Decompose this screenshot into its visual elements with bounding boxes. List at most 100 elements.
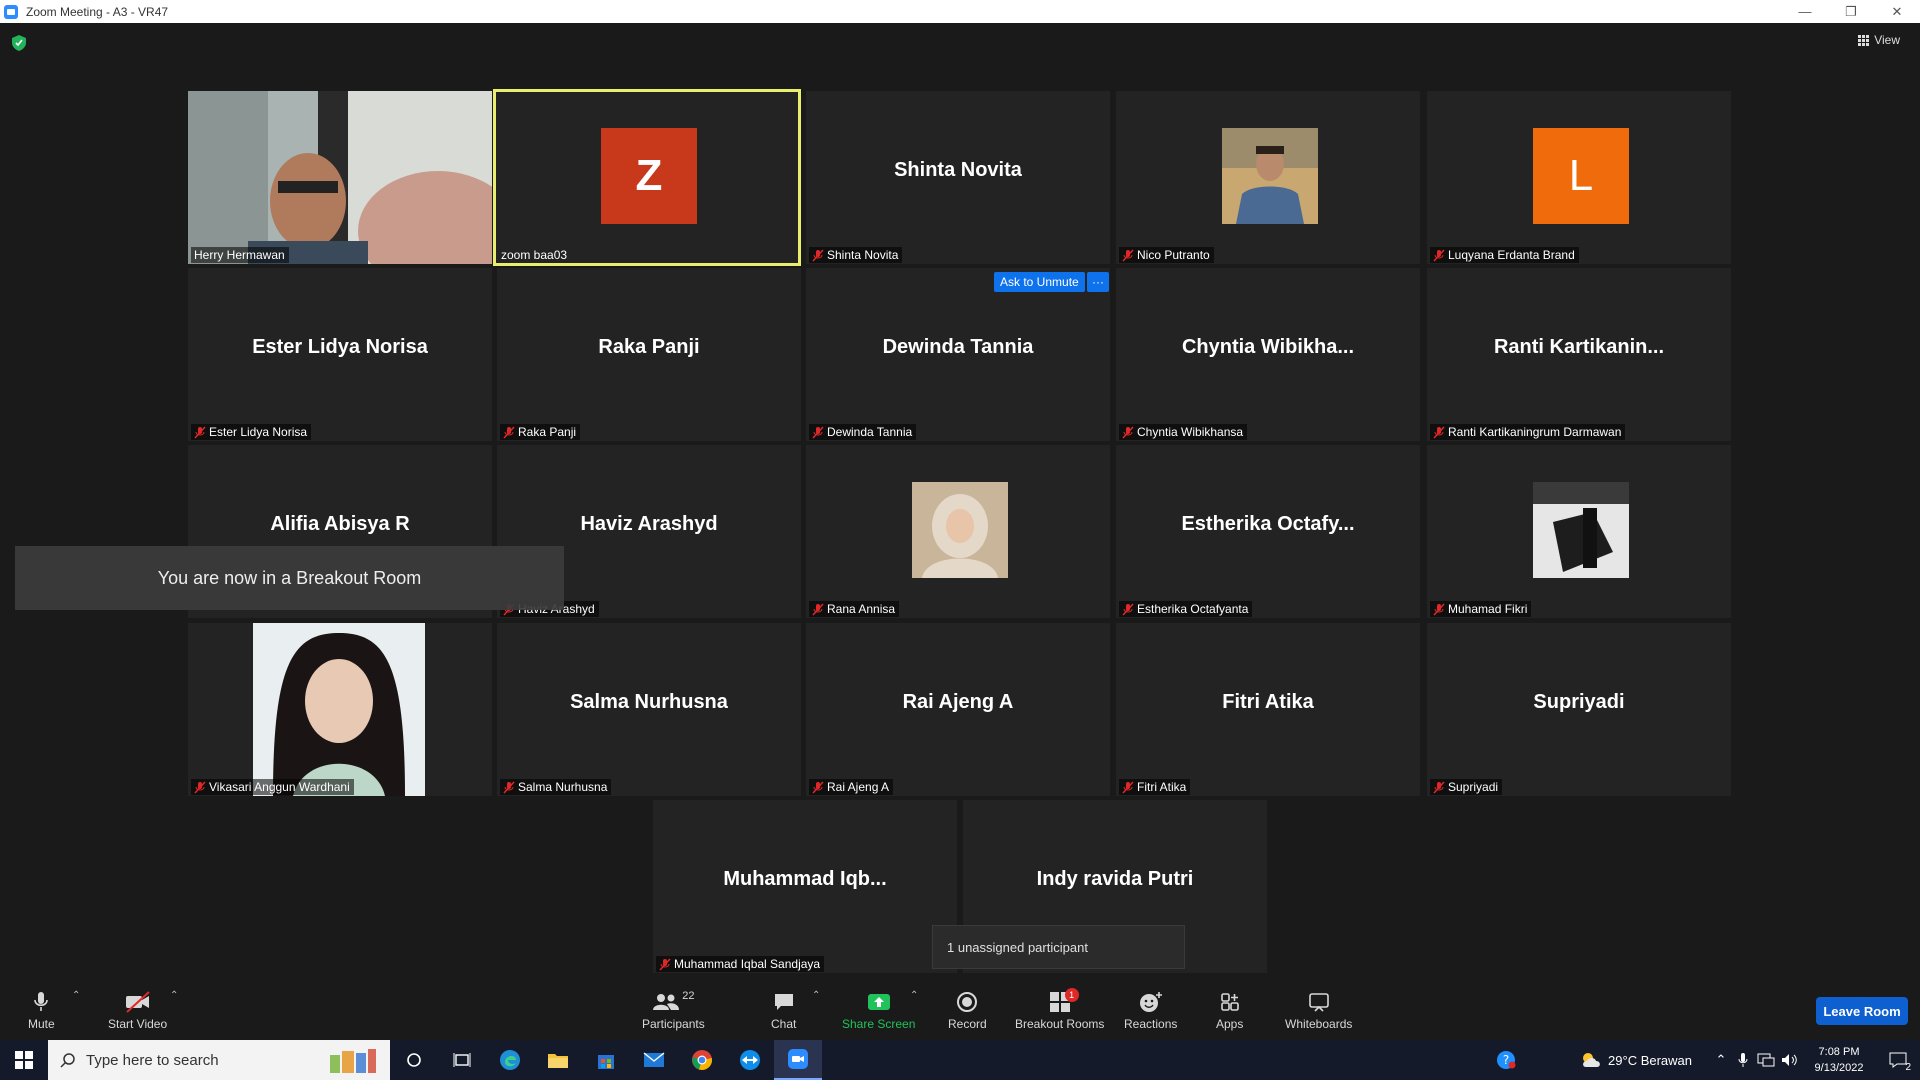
mic-tray-button[interactable]	[1732, 1052, 1754, 1068]
participant-display-name: Haviz Arashyd	[580, 513, 718, 535]
participant-name: Muhammad Iqbal Sandjaya	[674, 957, 821, 971]
mail-button[interactable]	[630, 1040, 678, 1080]
task-view-button[interactable]	[438, 1040, 486, 1080]
participant-name: Estherika Octafyanta	[1137, 602, 1249, 616]
participants-button[interactable]: 22 Participants	[642, 990, 705, 1031]
chevron-up-icon: ⌃	[72, 990, 81, 1001]
edge-taskbar-button[interactable]	[486, 1040, 534, 1080]
video-tile-ester[interactable]: Ester Lidya Norisa Ester Lidya Norisa	[188, 268, 492, 441]
mic-muted-icon	[659, 957, 671, 971]
record-button[interactable]: Record	[948, 990, 987, 1031]
help-tray-button[interactable]: ?	[1486, 1050, 1526, 1070]
system-tray: ? 29°C Berawan ⌃ 7:08 PM 9/13/2022 2	[1486, 1040, 1920, 1080]
participant-name: Chyntia Wibikhansa	[1137, 425, 1244, 439]
share-screen-button[interactable]: Share Screen	[842, 990, 915, 1031]
video-options-caret[interactable]: ⌃	[170, 990, 178, 1001]
participant-name: Rai Ajeng A	[827, 780, 890, 794]
chat-button[interactable]: Chat	[771, 990, 796, 1031]
participant-display-name: Alifia Abisya R	[270, 513, 410, 535]
mic-muted-icon	[812, 248, 824, 262]
video-tile-herry[interactable]: Herry Hermawan	[188, 91, 492, 264]
notifications-button[interactable]: 2	[1876, 1052, 1920, 1073]
video-tile-chyntia[interactable]: Chyntia Wibikha... Chyntia Wibikhansa	[1116, 268, 1420, 441]
apps-button[interactable]: Apps	[1216, 990, 1243, 1031]
minimize-button[interactable]: —	[1782, 0, 1828, 23]
participant-name-label: Muhamad Fikri	[1430, 601, 1532, 617]
close-button[interactable]: ✕	[1874, 0, 1920, 23]
notification-count: 2	[1905, 1062, 1911, 1073]
participant-name-label: zoom baa03	[498, 247, 571, 263]
video-tile-estherika[interactable]: Estherika Octafy... Estherika Octafyanta	[1116, 445, 1420, 618]
taskbar-search-box[interactable]: Type here to search	[48, 1040, 390, 1080]
volume-tray-button[interactable]	[1778, 1053, 1802, 1067]
teamviewer-button[interactable]	[726, 1040, 774, 1080]
breakout-rooms-label: Breakout Rooms	[1015, 1017, 1105, 1031]
meeting-toolbar: Mute ⌃ Start Video ⌃ 22 Participants Cha…	[0, 980, 1920, 1040]
audio-options-caret[interactable]: ⌃	[72, 990, 80, 1001]
video-tile-vikasari[interactable]: Vikasari Anggun Wardhani	[188, 623, 492, 796]
zoom-taskbar-button[interactable]	[774, 1040, 822, 1080]
network-tray-button[interactable]	[1754, 1053, 1778, 1067]
reactions-button[interactable]: Reactions	[1124, 990, 1177, 1031]
video-tile-dewinda[interactable]: Dewinda Tannia Dewinda Tannia	[806, 268, 1110, 441]
video-tile-fikri[interactable]: Muhamad Fikri	[1427, 445, 1731, 618]
profile-photo	[912, 482, 1008, 578]
encryption-shield-icon[interactable]	[12, 35, 26, 51]
start-video-button[interactable]: Start Video	[108, 990, 167, 1031]
ask-to-unmute-button[interactable]: Ask to Unmute	[994, 272, 1085, 292]
video-tile-supriyadi[interactable]: Supriyadi Supriyadi	[1427, 623, 1731, 796]
mic-muted-icon	[812, 602, 824, 616]
start-button[interactable]	[0, 1040, 48, 1080]
participant-name-label: Estherika Octafyanta	[1119, 601, 1253, 617]
reactions-icon	[1139, 992, 1162, 1012]
video-off-icon	[125, 991, 150, 1013]
chat-options-caret[interactable]: ⌃	[812, 990, 820, 1001]
participant-name-label: Dewinda Tannia	[809, 424, 917, 440]
mute-label: Mute	[28, 1017, 55, 1031]
mic-muted-icon	[1433, 780, 1445, 794]
view-button[interactable]: View	[1858, 33, 1900, 47]
video-tile-raka[interactable]: Raka Panji Raka Panji	[497, 268, 801, 441]
participant-name: Fitri Atika	[1137, 780, 1187, 794]
weather-widget[interactable]: 29°C Berawan	[1580, 1051, 1692, 1069]
svg-text:?: ?	[1503, 1053, 1509, 1067]
clock-time: 7:08 PM	[1818, 1046, 1860, 1058]
video-tile-fitri[interactable]: Fitri Atika Fitri Atika	[1116, 623, 1420, 796]
whiteboards-button[interactable]: Whiteboards	[1285, 990, 1352, 1031]
unassigned-participant-tooltip[interactable]: 1 unassigned participant	[932, 925, 1185, 969]
participant-name-label: Supriyadi	[1430, 779, 1503, 795]
mic-muted-icon	[1122, 780, 1134, 794]
cortana-button[interactable]	[390, 1040, 438, 1080]
show-hidden-icons-button[interactable]: ⌃	[1710, 1052, 1732, 1068]
video-tile-luqyana[interactable]: L Luqyana Erdanta Brand	[1427, 91, 1731, 264]
file-explorer-button[interactable]	[534, 1040, 582, 1080]
breakout-rooms-button[interactable]: 1 Breakout Rooms	[1015, 988, 1105, 1031]
store-button[interactable]	[582, 1040, 630, 1080]
participant-name-label: Nico Putranto	[1119, 247, 1214, 263]
mute-button[interactable]: Mute	[28, 990, 55, 1031]
participant-name-label: Raka Panji	[500, 424, 581, 440]
mic-muted-icon	[503, 780, 515, 794]
participant-name: Salma Nurhusna	[518, 780, 608, 794]
video-tile-muhammad[interactable]: Muhammad Iqb... Muhammad Iqbal Sandjaya	[653, 800, 957, 973]
video-tile-rai[interactable]: Rai Ajeng A Rai Ajeng A	[806, 623, 1110, 796]
restore-button[interactable]: ❐	[1828, 0, 1874, 23]
share-options-caret[interactable]: ⌃	[910, 990, 918, 1001]
video-tile-rana[interactable]: Rana Annisa	[806, 445, 1110, 618]
chevron-up-icon: ⌃	[812, 990, 821, 1001]
chrome-button[interactable]	[678, 1040, 726, 1080]
video-tile-ranti[interactable]: Ranti Kartikanin... Ranti Kartikaningrum…	[1427, 268, 1731, 441]
leave-room-button[interactable]: Leave Room	[1816, 997, 1908, 1025]
participant-name-label: Muhammad Iqbal Sandjaya	[656, 956, 825, 972]
taskbar-clock[interactable]: 7:08 PM 9/13/2022	[1802, 1044, 1876, 1076]
more-options-button[interactable]: ···	[1087, 272, 1109, 292]
folder-icon	[548, 1054, 568, 1068]
participant-name-label: Chyntia Wibikhansa	[1119, 424, 1248, 440]
share-screen-icon	[867, 994, 890, 1010]
video-tile-shinta[interactable]: Shinta Novita Shinta Novita	[806, 91, 1110, 264]
video-tile-zoom-baa03[interactable]: Z zoom baa03	[493, 89, 801, 266]
participant-name: zoom baa03	[501, 248, 568, 262]
video-tile-salma[interactable]: Salma Nurhusna Salma Nurhusna	[497, 623, 801, 796]
video-tile-nico[interactable]: Nico Putranto	[1116, 91, 1420, 264]
cortana-circle-icon	[407, 1053, 421, 1067]
